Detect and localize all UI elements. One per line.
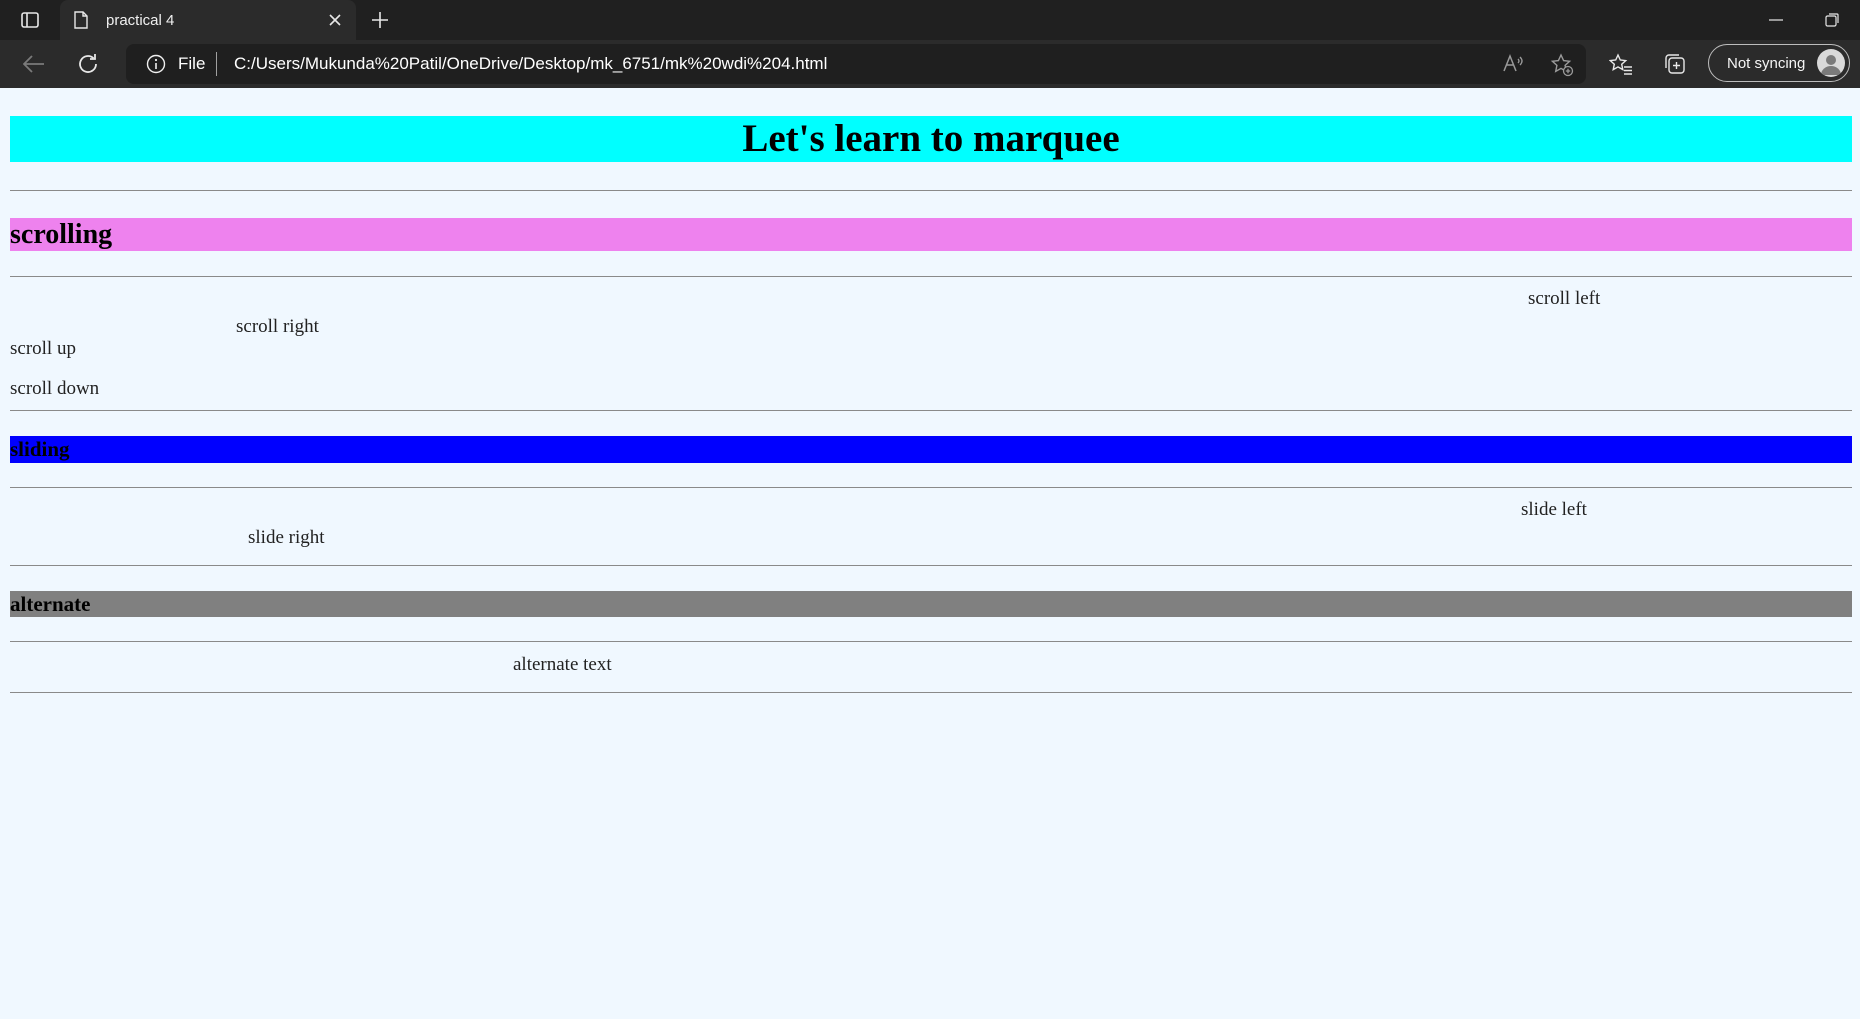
section-heading-alternate: alternate — [10, 591, 1852, 617]
read-aloud-icon[interactable] — [1502, 53, 1524, 75]
marquee-scroll-up: scroll up — [10, 338, 76, 359]
address-bar[interactable]: File C:/Users/Mukunda%20Patil/OneDrive/D… — [126, 44, 1586, 84]
profile-avatar — [1817, 49, 1845, 77]
browser-toolbar: File C:/Users/Mukunda%20Patil/OneDrive/D… — [0, 40, 1860, 88]
address-url[interactable]: C:/Users/Mukunda%20Patil/OneDrive/Deskto… — [234, 54, 827, 74]
reload-icon[interactable] — [72, 48, 104, 80]
tab-bar: practical 4 — [0, 0, 1860, 40]
plus-icon[interactable] — [366, 7, 394, 33]
marquee-scroll-down: scroll down — [10, 378, 100, 398]
address-separator — [216, 52, 217, 76]
divider — [10, 692, 1852, 693]
page-title: Let's learn to marquee — [10, 116, 1852, 162]
sync-label: Not syncing — [1727, 54, 1806, 72]
back-icon[interactable] — [18, 48, 50, 80]
section-heading-scrolling: scrolling — [10, 218, 1852, 251]
marquee-scroll-up-strip: scroll up — [10, 338, 1852, 363]
divider — [10, 190, 1852, 191]
close-icon[interactable] — [326, 11, 344, 29]
page-content: Let's learn to marquee scrolling scroll … — [0, 88, 1860, 1019]
divider — [10, 276, 1852, 277]
restore-icon[interactable] — [1818, 8, 1846, 32]
marquee-scroll-right: scroll right — [236, 316, 319, 337]
tab-active[interactable]: practical 4 — [60, 0, 356, 40]
marquee-alternate: alternate text — [513, 654, 612, 675]
favorites-icon[interactable] — [1605, 48, 1637, 80]
marquee-slide-right: slide right — [248, 527, 325, 548]
add-favorite-icon[interactable] — [1550, 53, 1574, 77]
divider — [10, 641, 1852, 642]
divider — [10, 410, 1852, 411]
section-heading-sliding: sliding — [10, 436, 1852, 463]
tab-title: practical 4 — [106, 11, 175, 29]
collections-icon[interactable] — [1659, 48, 1691, 80]
info-icon[interactable] — [146, 54, 166, 74]
tab-actions-icon[interactable] — [14, 8, 46, 32]
sync-button[interactable]: Not syncing — [1708, 44, 1850, 82]
address-scheme: File — [178, 54, 206, 73]
marquee-scroll-down-strip: scroll down — [10, 378, 1852, 398]
divider — [10, 487, 1852, 488]
marquee-scroll-left: scroll left — [1528, 288, 1601, 309]
minimize-icon[interactable] — [1762, 8, 1790, 32]
file-icon — [74, 10, 92, 30]
divider — [10, 565, 1852, 566]
marquee-slide-left: slide left — [1521, 499, 1587, 520]
